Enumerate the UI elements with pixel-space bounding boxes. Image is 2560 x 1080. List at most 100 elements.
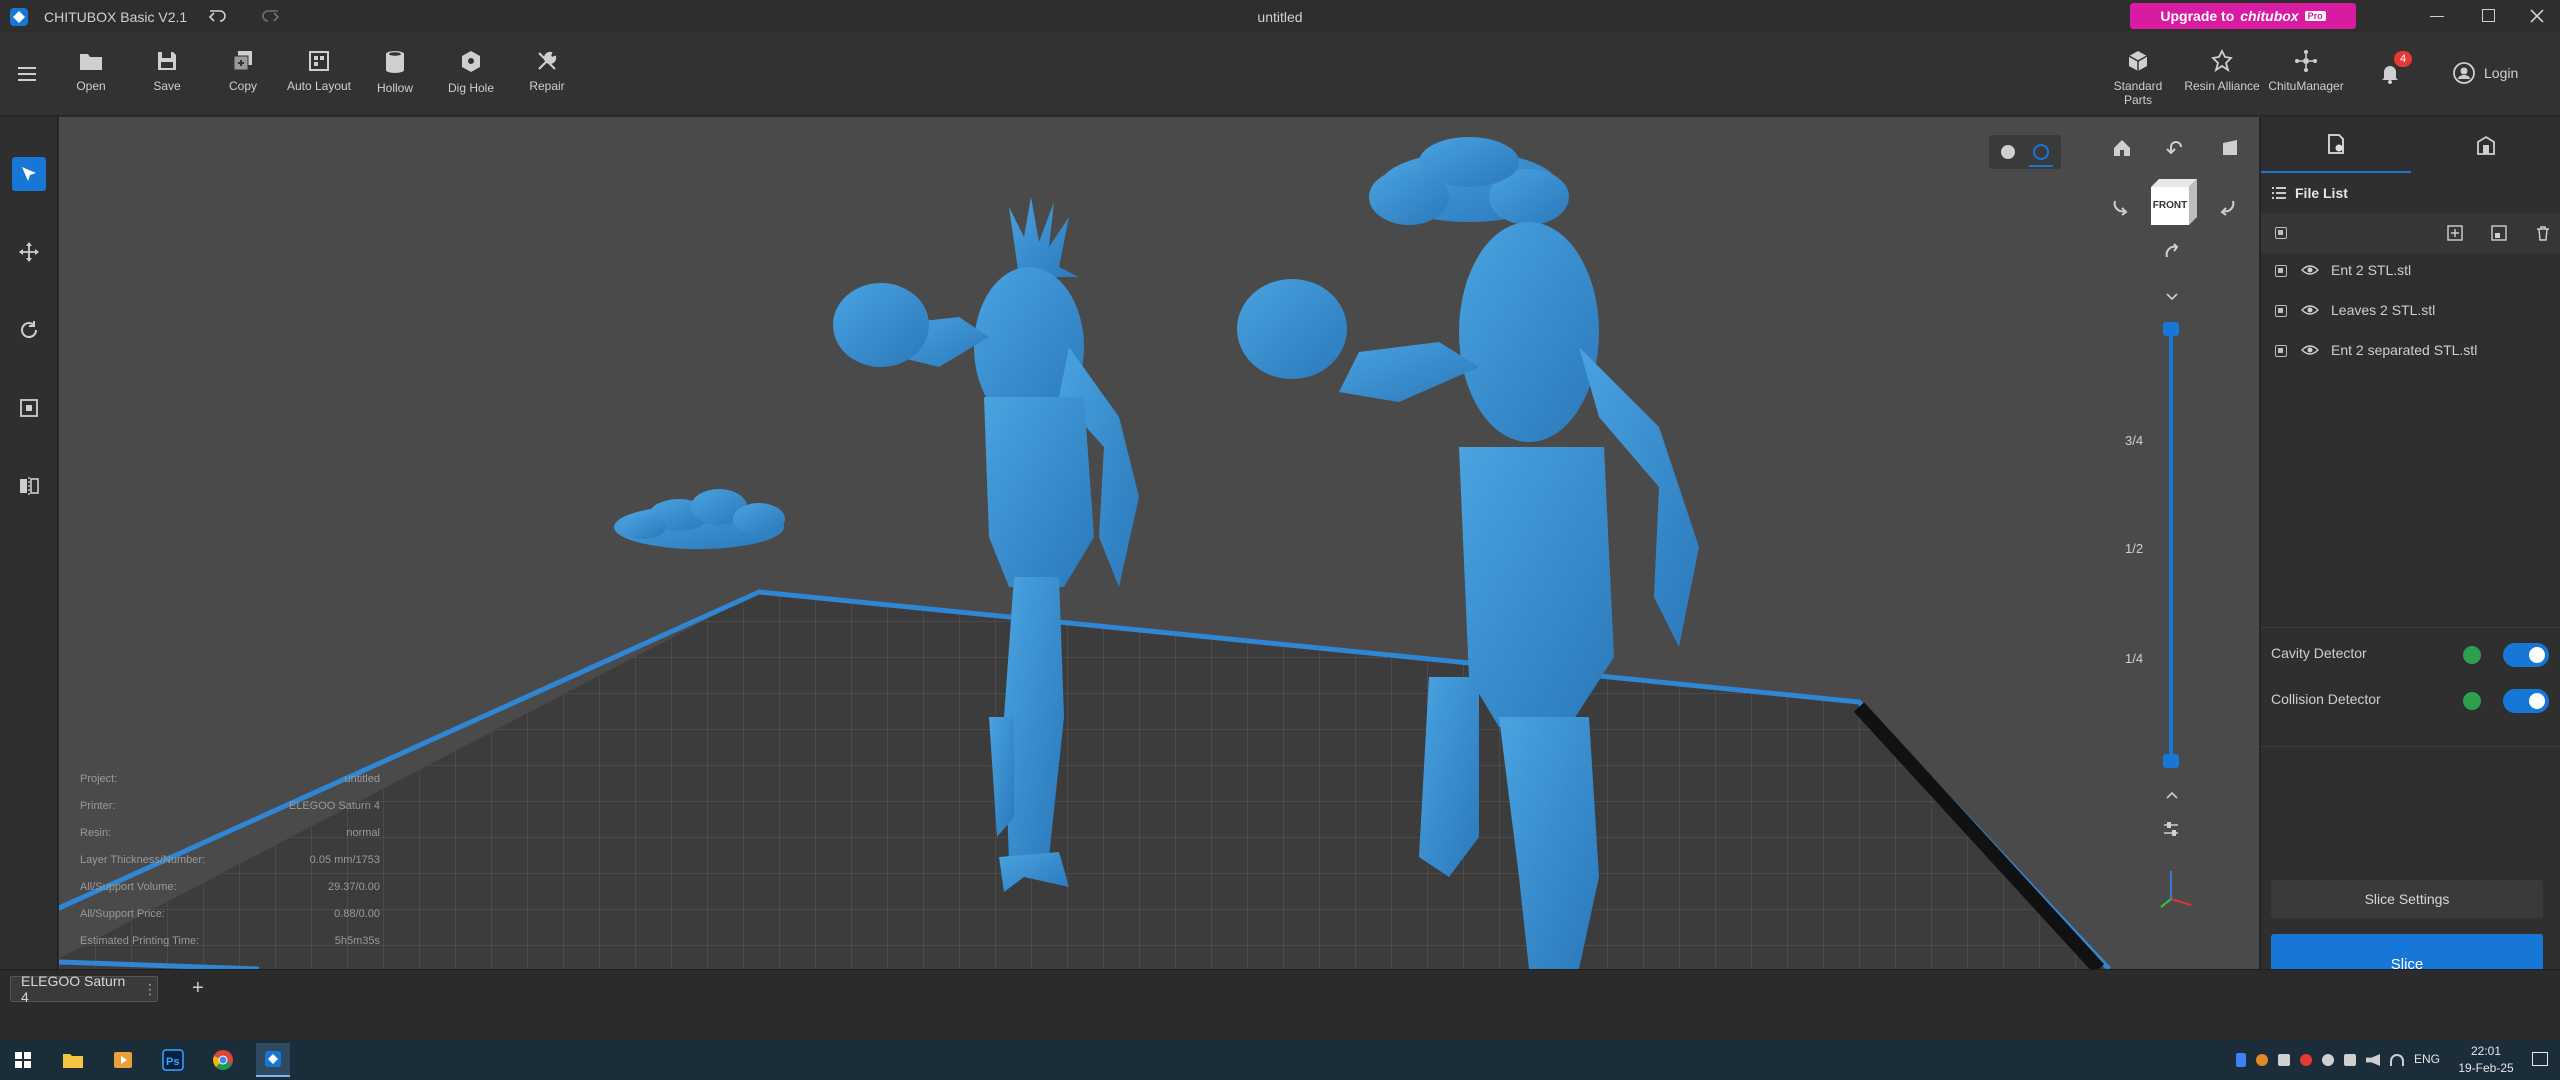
home-view-icon[interactable] bbox=[2111, 137, 2133, 159]
detector-section: Cavity Detector Collision Detector bbox=[2261, 627, 2560, 747]
project-info-value: normal bbox=[346, 827, 380, 839]
slider-collapse-icon[interactable] bbox=[2165, 289, 2179, 301]
project-info-label: Printer: bbox=[80, 800, 116, 812]
cavity-detector-toggle[interactable] bbox=[2503, 643, 2549, 667]
login-button[interactable]: Login bbox=[2452, 60, 2518, 86]
add-file-icon[interactable] bbox=[2447, 225, 2463, 241]
file-row[interactable]: Ent 2 STL.stl bbox=[2261, 253, 2560, 289]
open-button[interactable]: Open bbox=[56, 43, 126, 111]
standard-parts-button[interactable]: Standard Parts bbox=[2100, 43, 2176, 111]
bluetooth-icon[interactable] bbox=[2236, 1053, 2246, 1067]
save-button[interactable]: Save bbox=[132, 43, 202, 111]
slice-settings-label: Slice Settings bbox=[2364, 891, 2450, 907]
tray-app-icon[interactable] bbox=[2278, 1054, 2290, 1066]
slider-settings-icon[interactable] bbox=[2161, 819, 2181, 839]
slider-mark-three-quarter: 3/4 bbox=[2125, 433, 2144, 448]
add-printer-tab-button[interactable]: + bbox=[192, 977, 204, 1000]
dig-hole-button[interactable]: Dig Hole bbox=[436, 43, 506, 111]
hollow-button[interactable]: Hollow bbox=[360, 43, 430, 111]
clock-date[interactable]: 19-Feb-25 bbox=[2446, 1061, 2526, 1075]
select-all-checkbox[interactable] bbox=[2275, 227, 2287, 239]
view-left-arrow-icon[interactable] bbox=[2109, 195, 2131, 217]
file-explorer-icon[interactable] bbox=[58, 1045, 88, 1075]
cavity-help-icon[interactable] bbox=[2463, 646, 2481, 664]
rotate-left-view-icon[interactable] bbox=[2165, 137, 2187, 159]
chitumanager-button[interactable]: ChituManager bbox=[2266, 43, 2346, 111]
file-checkbox[interactable] bbox=[2275, 345, 2287, 357]
repair-button[interactable]: Repair bbox=[512, 43, 582, 111]
leaves-model bbox=[614, 489, 785, 549]
collision-help-icon[interactable] bbox=[2463, 692, 2481, 710]
file-settings-small-icon[interactable] bbox=[2491, 225, 2507, 241]
move-tool-button[interactable] bbox=[12, 235, 46, 269]
system-tray bbox=[2236, 1050, 2404, 1070]
layer-slider-bottom-handle[interactable] bbox=[2163, 754, 2179, 768]
copy-button[interactable]: Copy bbox=[208, 43, 278, 111]
file-row[interactable]: Leaves 2 STL.stl bbox=[2261, 293, 2560, 329]
view-cube[interactable]: FRONT bbox=[2145, 173, 2201, 231]
menu-icon[interactable] bbox=[16, 64, 38, 84]
title-bar: CHITUBOX Basic V2.1 untitled Upgrade to … bbox=[0, 0, 2560, 33]
left-tool-bar bbox=[0, 117, 58, 969]
eye-icon[interactable] bbox=[2301, 343, 2319, 357]
panel-tab-files[interactable] bbox=[2261, 117, 2411, 173]
app-title: CHITUBOX Basic V2.1 bbox=[44, 9, 188, 25]
panel-tab-platform[interactable] bbox=[2411, 117, 2560, 173]
3d-viewport[interactable]: FRONT 3/4 1/2 1/4 bbox=[59, 117, 2259, 969]
mirror-tool-button[interactable] bbox=[12, 469, 46, 503]
resin-alliance-button[interactable]: Resin Alliance bbox=[2184, 43, 2260, 111]
printer-tab[interactable]: ELEGOO Saturn 4 ⋮ bbox=[10, 973, 158, 1005]
folder-icon bbox=[80, 54, 102, 70]
list-icon bbox=[2272, 187, 2286, 199]
project-info-value: ELEGOO Saturn 4 bbox=[288, 800, 380, 812]
project-info-value: 0.05 mm/1753 bbox=[309, 854, 380, 866]
wifi-icon[interactable] bbox=[2390, 1054, 2404, 1066]
file-checkbox[interactable] bbox=[2275, 265, 2287, 277]
project-info-value: 29.37/0.00 bbox=[328, 881, 380, 893]
undo-icon[interactable] bbox=[206, 5, 230, 29]
eye-icon[interactable] bbox=[2301, 263, 2319, 277]
tray-app-icon[interactable] bbox=[2344, 1054, 2356, 1066]
tray-app-icon[interactable] bbox=[2322, 1054, 2334, 1066]
resin-alliance-icon bbox=[2211, 49, 2233, 73]
tray-app-icon[interactable] bbox=[2256, 1054, 2268, 1066]
view-down-arrow-icon[interactable] bbox=[2161, 241, 2183, 263]
minimize-icon[interactable] bbox=[2430, 16, 2444, 17]
file-checkbox[interactable] bbox=[2275, 305, 2287, 317]
clock-time[interactable]: 22:01 bbox=[2456, 1044, 2516, 1058]
notification-center-icon[interactable] bbox=[2532, 1052, 2548, 1066]
file-row[interactable]: Ent 2 separated STL.stl bbox=[2261, 333, 2560, 369]
upgrade-button[interactable]: Upgrade to chitubox Pro bbox=[2130, 3, 2356, 29]
slider-expand-icon[interactable] bbox=[2165, 787, 2179, 799]
auto-layout-icon bbox=[309, 51, 329, 71]
select-tool-button[interactable] bbox=[12, 157, 46, 191]
close-icon[interactable] bbox=[2526, 5, 2548, 27]
tray-app-icon[interactable] bbox=[2300, 1054, 2312, 1066]
layer-slider-track[interactable] bbox=[2169, 329, 2173, 761]
chrome-icon[interactable] bbox=[208, 1045, 238, 1075]
scale-tool-button[interactable] bbox=[12, 391, 46, 425]
volume-icon[interactable] bbox=[2366, 1054, 2380, 1066]
xray-mode-icon[interactable] bbox=[2033, 144, 2049, 160]
media-player-icon[interactable] bbox=[108, 1045, 138, 1075]
layer-slider-top-handle[interactable] bbox=[2163, 322, 2179, 336]
photoshop-icon[interactable]: Ps bbox=[158, 1045, 188, 1075]
eye-icon[interactable] bbox=[2301, 303, 2319, 317]
perspective-icon[interactable] bbox=[2219, 137, 2241, 159]
resin-alliance-label: Resin Alliance bbox=[2184, 79, 2260, 93]
collision-detector-toggle[interactable] bbox=[2503, 689, 2549, 713]
printer-tab-more-icon[interactable]: ⋮ bbox=[143, 981, 157, 998]
solid-mode-icon[interactable] bbox=[2001, 145, 2015, 159]
view-right-arrow-icon[interactable] bbox=[2217, 195, 2239, 217]
language-indicator[interactable]: ENG bbox=[2414, 1052, 2440, 1066]
standard-parts-label: Standard Parts bbox=[2113, 79, 2163, 107]
rotate-tool-button[interactable] bbox=[12, 313, 46, 347]
restore-icon[interactable] bbox=[2482, 9, 2495, 22]
redo-icon[interactable] bbox=[258, 5, 282, 29]
auto-layout-button[interactable]: Auto Layout bbox=[284, 43, 354, 111]
slice-settings-button[interactable]: Slice Settings bbox=[2271, 880, 2543, 918]
chitubox-taskbar-icon[interactable] bbox=[256, 1043, 290, 1077]
notification-button[interactable]: 4 bbox=[2378, 51, 2412, 89]
windows-start-icon[interactable] bbox=[8, 1045, 38, 1075]
delete-file-icon[interactable] bbox=[2535, 225, 2551, 241]
